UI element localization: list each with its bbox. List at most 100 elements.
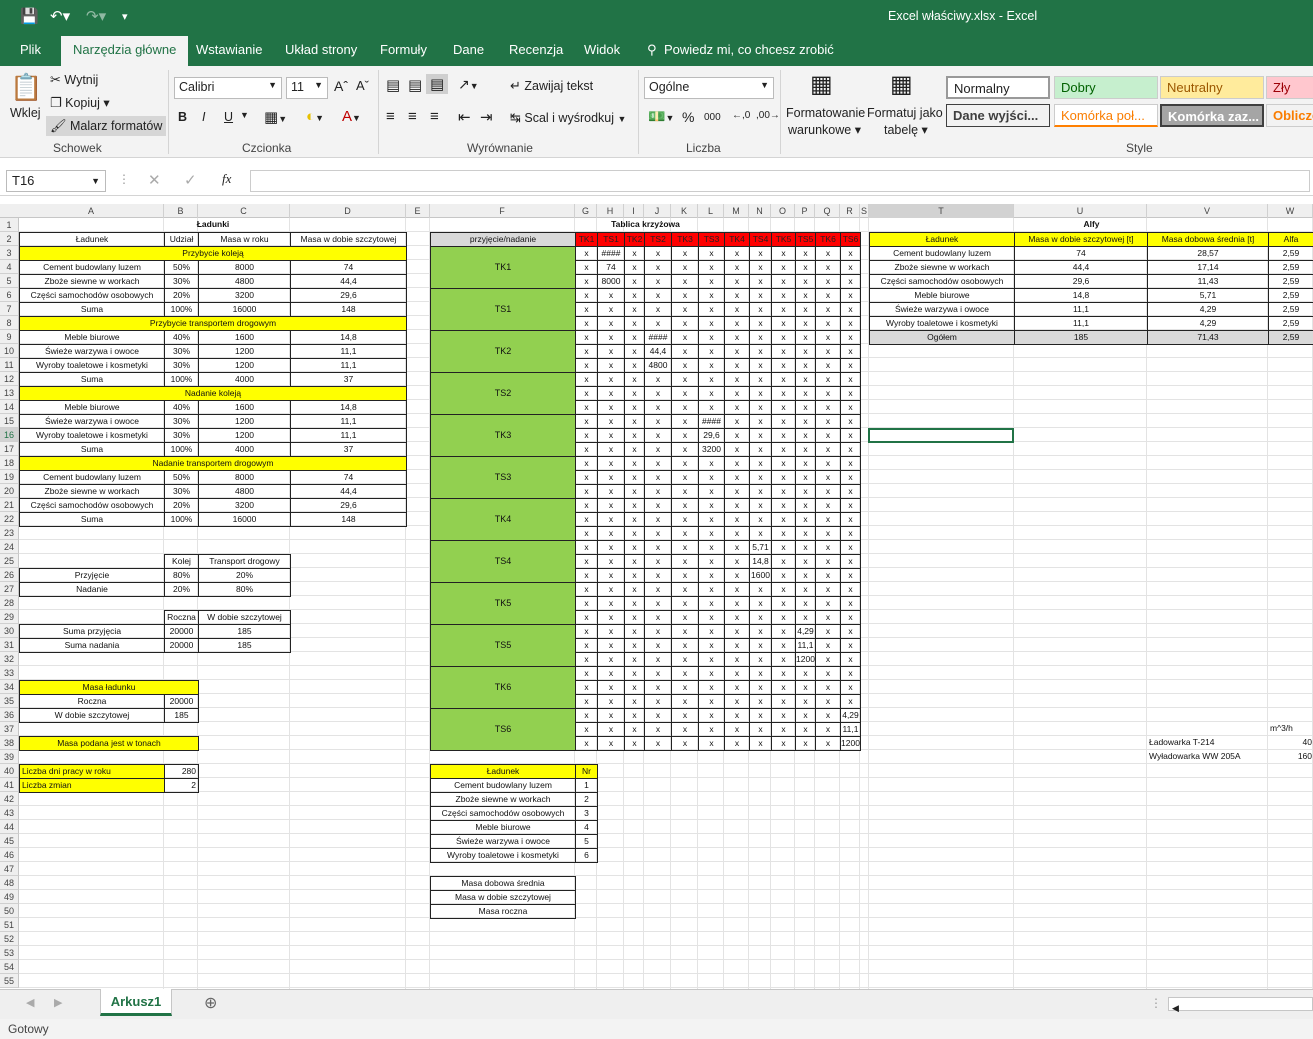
alfy-title: Alfy xyxy=(1083,219,1100,229)
italic-button[interactable]: I xyxy=(202,110,205,124)
cross-cell: x xyxy=(771,414,796,429)
tab-wstawianie[interactable]: Wstawianie xyxy=(196,42,262,57)
paste-icon[interactable]: 📋 xyxy=(10,72,42,103)
cross-cell: x xyxy=(771,344,796,359)
cross-cell: x xyxy=(840,386,861,401)
format-painter-button[interactable]: 🖌 Malarz formatów xyxy=(46,116,167,136)
scroll-left-icon[interactable]: ◀ xyxy=(26,996,34,1009)
decrease-indent-icon[interactable]: ⇤ xyxy=(458,108,471,126)
cross-cell: x xyxy=(795,400,816,415)
copy-button[interactable]: ❐ Kopiuj ▾ xyxy=(50,95,110,111)
name-box[interactable]: T16 ▼ xyxy=(6,170,106,192)
tab-uklad-strony[interactable]: Układ strony xyxy=(285,42,357,57)
row-header: 8 xyxy=(0,316,19,330)
style-output[interactable]: Dane wyjści... xyxy=(946,104,1050,127)
cross-cell: x xyxy=(795,344,816,359)
table-cell: 30% xyxy=(164,274,199,289)
cross-cell: x xyxy=(724,288,750,303)
cross-cell: x xyxy=(771,246,796,261)
tab-widok[interactable]: Widok xyxy=(584,42,620,57)
underline-dropdown-icon[interactable]: ▼ xyxy=(240,110,249,120)
tab-plik[interactable]: Plik xyxy=(20,42,41,57)
cross-cell: x xyxy=(749,372,772,387)
conditional-formatting-icon[interactable]: ▦ xyxy=(810,70,833,99)
currency-icon[interactable]: 💵▼ xyxy=(648,108,674,125)
orientation-icon[interactable]: ↗▼ xyxy=(458,76,479,93)
legend-cell: 2 xyxy=(575,792,598,807)
add-sheet-icon[interactable]: ⊕ xyxy=(204,993,217,1013)
cross-cell: x xyxy=(671,540,699,555)
tab-dane[interactable]: Dane xyxy=(453,42,484,57)
font-shrink-icon[interactable]: Aˇ xyxy=(356,78,369,93)
cross-cell: x xyxy=(597,288,625,303)
fill-color-icon[interactable]: ◐▼ xyxy=(306,108,324,125)
wrap-text-button[interactable]: ↵ Zawijaj tekst xyxy=(510,78,593,94)
alfy-cell: 2,59 xyxy=(1268,302,1313,317)
cross-cell: x xyxy=(749,666,772,681)
worksheet-grid[interactable]: ABCDEFGHIJKLMNOPQRSTUVW 1 2 3 4 5 6 7 8 9 10 11 12 1… xyxy=(0,204,1313,989)
increase-decimal-icon[interactable]: ←,0 xyxy=(732,110,750,121)
font-grow-icon[interactable]: Aˆ xyxy=(334,78,348,94)
cross-cell: x xyxy=(795,512,816,527)
number-format-dropdown[interactable]: Ogólne ▼ xyxy=(644,77,774,99)
align-bottom-icon[interactable]: ▤ xyxy=(426,74,449,94)
table-cell: Części samochodów osobowych xyxy=(19,288,165,303)
font-size-dropdown[interactable]: 11 ▼ xyxy=(286,77,328,99)
cross-cell: x xyxy=(815,582,841,597)
table-cell: Wyroby toaletowe i kosmetyki xyxy=(19,358,165,373)
cross-cell: x xyxy=(597,736,625,751)
merge-center-button[interactable]: ↹ Scal i wyśrodkuj ▼ xyxy=(510,110,626,126)
tell-me-box[interactable]: Powiedz mi, co chcesz zrobić xyxy=(664,42,834,57)
paste-button[interactable]: Wklej xyxy=(10,106,41,120)
borders-icon[interactable]: ▦▼ xyxy=(264,108,287,126)
style-normal[interactable]: Normalny xyxy=(946,76,1050,99)
align-middle-icon[interactable]: ▤ xyxy=(408,76,422,94)
row-header: 39 xyxy=(0,750,19,764)
conditional-formatting-label[interactable]: warunkowe ▾ xyxy=(788,122,861,137)
style-check-cell[interactable]: Komórka zaz... xyxy=(1160,104,1264,127)
thousands-button[interactable]: 000 xyxy=(704,112,721,123)
cross-cell: x xyxy=(575,652,598,667)
align-top-icon[interactable]: ▤ xyxy=(386,76,400,94)
cancel-icon[interactable]: ✕ xyxy=(148,171,161,189)
scroll-right-icon[interactable]: ▶ xyxy=(54,996,62,1009)
decrease-decimal-icon[interactable]: ,00→ xyxy=(756,110,780,121)
enter-icon[interactable]: ✓ xyxy=(184,171,197,189)
percent-button[interactable]: % xyxy=(682,109,694,125)
format-as-table-icon[interactable]: ▦ xyxy=(890,70,913,99)
align-right-icon[interactable]: ≡ xyxy=(430,108,439,125)
ribbon-separator xyxy=(378,70,379,154)
formula-input[interactable] xyxy=(250,170,1310,192)
sheet-tab-arkusz1[interactable]: Arkusz1 xyxy=(100,989,172,1016)
font-color-icon[interactable]: A▼ xyxy=(342,108,361,125)
align-left-icon[interactable]: ≡ xyxy=(386,108,395,125)
increase-indent-icon[interactable]: ⇥ xyxy=(480,108,493,126)
customize-qat-icon[interactable]: ▾ xyxy=(122,10,128,23)
scroll-left-arrow-icon[interactable]: ◀ xyxy=(1169,1003,1179,1013)
style-bad[interactable]: Zły xyxy=(1266,76,1313,99)
conditional-formatting-button[interactable]: Formatowanie xyxy=(786,106,865,120)
style-linked-cell[interactable]: Komórka poł... xyxy=(1054,104,1158,127)
font-name-dropdown[interactable]: Calibri ▼ xyxy=(174,77,282,99)
cross-cell: x xyxy=(624,694,645,709)
horizontal-scrollbar[interactable]: ◀ xyxy=(1168,997,1313,1013)
tab-recenzja[interactable]: Recenzja xyxy=(509,42,563,57)
save-icon[interactable]: 💾 xyxy=(20,7,39,25)
align-center-icon[interactable]: ≡ xyxy=(408,108,417,125)
redo-icon[interactable]: ↷▾ xyxy=(86,7,106,25)
format-as-table-button[interactable]: Formatuj jako xyxy=(867,106,943,120)
format-as-table-label[interactable]: tabelę ▾ xyxy=(884,122,928,137)
underline-button[interactable]: U xyxy=(224,110,233,124)
tab-formuly[interactable]: Formuły xyxy=(380,42,427,57)
cut-button[interactable]: ✂ Wytnij xyxy=(50,72,98,88)
tab-narzedzia-glowne[interactable]: Narzędzia główne xyxy=(61,36,189,66)
style-calculation[interactable]: Oblicze xyxy=(1266,104,1313,127)
bold-button[interactable]: B xyxy=(178,110,187,124)
row-header: 40 xyxy=(0,764,19,778)
undo-icon[interactable]: ↶▾ xyxy=(50,7,70,25)
legend-cell: Cement budowlany luzem xyxy=(430,778,576,793)
fx-icon[interactable]: fx xyxy=(222,171,231,187)
active-cell-T16[interactable] xyxy=(868,428,1014,443)
style-neutral[interactable]: Neutralny xyxy=(1160,76,1264,99)
style-good[interactable]: Dobry xyxy=(1054,76,1158,99)
